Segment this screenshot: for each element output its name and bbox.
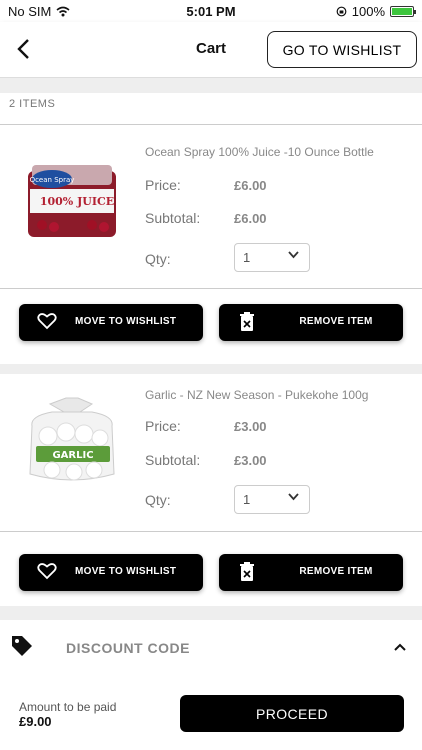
qty-label: Qty:: [145, 492, 171, 508]
heart-icon: [37, 562, 57, 582]
qty-select[interactable]: 1: [234, 243, 310, 272]
proceed-button[interactable]: PROCEED: [180, 695, 404, 732]
battery-icon: [390, 6, 416, 17]
brand-logo-text: Ocean Spray: [30, 176, 75, 184]
remove-item-label: REMOVE ITEM: [299, 566, 373, 577]
price-label: Price:: [145, 177, 181, 193]
product-image-text: 100% JUICE: [40, 195, 114, 208]
qty-select[interactable]: 1: [234, 485, 310, 514]
chevron-up-icon: [394, 638, 406, 654]
product-name: Garlic - NZ New Season - Pukekohe 100g: [145, 388, 369, 402]
qty-value: 1: [243, 250, 251, 265]
item-actions: MOVE TO WISHLIST REMOVE ITEM: [0, 532, 422, 606]
amount-value: £9.00: [19, 714, 52, 729]
go-to-wishlist-button[interactable]: GO TO WISHLIST: [267, 31, 417, 68]
discount-code-toggle[interactable]: DISCOUNT CODE: [0, 620, 422, 676]
heart-icon: [37, 312, 57, 332]
price-label: Price:: [145, 418, 181, 434]
chevron-down-icon: [288, 250, 299, 262]
divider: [0, 606, 422, 620]
remove-item-button[interactable]: REMOVE ITEM: [219, 304, 403, 341]
product-image-juice: Ocean Spray 100% JUICE: [22, 161, 122, 241]
product-name: Ocean Spray 100% Juice -10 Ounce Bottle: [145, 145, 374, 159]
move-to-wishlist-label: MOVE TO WISHLIST: [75, 316, 177, 327]
move-to-wishlist-button[interactable]: MOVE TO WISHLIST: [19, 554, 203, 591]
checkout-footer: Amount to be paid £9.00 PROCEED: [0, 690, 422, 750]
price-value: £3.00: [234, 419, 267, 434]
qty-value: 1: [243, 492, 251, 507]
tag-icon: [10, 634, 34, 658]
remove-item-label: REMOVE ITEM: [299, 316, 373, 327]
price-value: £6.00: [234, 178, 267, 193]
rotation-lock-icon: [336, 6, 347, 17]
move-to-wishlist-button[interactable]: MOVE TO WISHLIST: [19, 304, 203, 341]
discount-code-label: DISCOUNT CODE: [66, 640, 190, 656]
status-right: 100%: [336, 4, 416, 19]
item-actions: MOVE TO WISHLIST REMOVE ITEM: [0, 290, 422, 364]
trash-icon: [237, 312, 257, 332]
remove-item-button[interactable]: REMOVE ITEM: [219, 554, 403, 591]
cart-item: Ocean Spray 100% JUICE Ocean Spray 100% …: [0, 125, 422, 289]
nav-bar: Cart GO TO WISHLIST: [0, 22, 422, 78]
status-bar: No SIM 5:01 PM 100%: [0, 0, 422, 22]
subtotal-value: £6.00: [234, 211, 267, 226]
qty-label: Qty:: [145, 251, 171, 267]
battery-percent: 100%: [351, 4, 385, 19]
product-image-text: GARLIC: [52, 450, 93, 461]
move-to-wishlist-label: MOVE TO WISHLIST: [75, 566, 177, 577]
chevron-down-icon: [288, 492, 299, 504]
product-image-garlic: GARLIC: [22, 396, 122, 481]
divider: [0, 78, 422, 93]
item-count-bar: 2 ITEMS: [0, 93, 422, 125]
divider: [0, 364, 422, 374]
subtotal-value: £3.00: [234, 453, 267, 468]
amount-label: Amount to be paid: [19, 700, 117, 714]
cart-item: GARLIC Garlic - NZ New Season - Pukekohe…: [0, 374, 422, 532]
item-count: 2 ITEMS: [9, 98, 56, 110]
trash-icon: [237, 562, 257, 582]
subtotal-label: Subtotal:: [145, 210, 201, 226]
subtotal-label: Subtotal:: [145, 452, 201, 468]
